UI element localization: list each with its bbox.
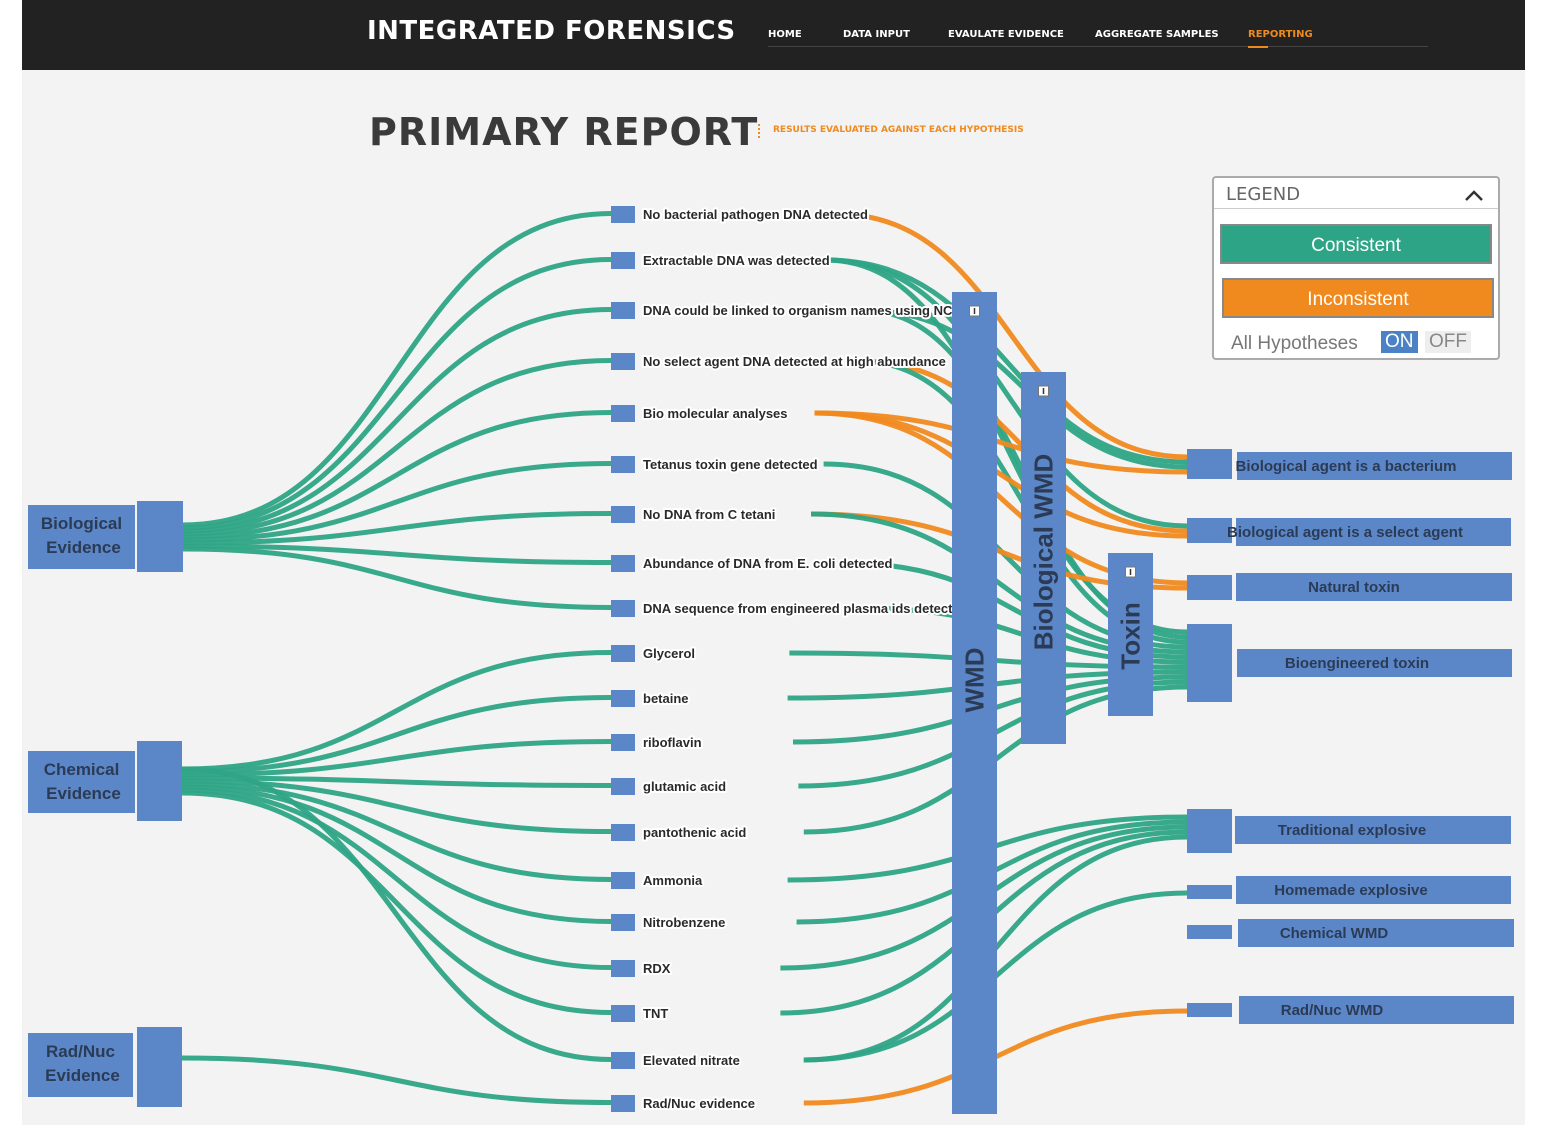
hypotheses-toggle-on[interactable]: ON	[1381, 331, 1418, 353]
evidence-label: Glycerol	[643, 646, 695, 661]
evidence-node[interactable]	[611, 555, 635, 572]
source-node-label: Biological	[41, 514, 122, 533]
group-label: Biological WMD	[1029, 454, 1059, 650]
evidence-node[interactable]	[611, 353, 635, 370]
evidence-flow-diagram: Biological Evidence Chemical Evidence Rad/Nu…	[28, 205, 1514, 1114]
legend-consistent: Consistent	[1220, 224, 1492, 264]
evidence-node[interactable]	[611, 914, 635, 931]
source-node-bar[interactable]	[137, 741, 182, 821]
source-evidence-link	[182, 211, 612, 528]
evidence-node[interactable]	[611, 1052, 635, 1069]
hypothesis-label: Rad/Nuc WMD	[1281, 1002, 1384, 1019]
legend-inconsistent: Inconsistent	[1222, 278, 1494, 318]
hypothesis-node-bar[interactable]	[1187, 1003, 1232, 1017]
source-evidence-link	[181, 787, 612, 970]
source-evidence-link	[182, 546, 612, 610]
source-evidence-link	[182, 257, 612, 531]
chevron-up-icon[interactable]	[1462, 184, 1486, 208]
evidence-label: DNA could be linked to organism names us…	[643, 303, 965, 318]
evidence-node[interactable]	[611, 734, 635, 751]
hypothesis-node-bar[interactable]	[1187, 885, 1232, 899]
source-evidence-link	[182, 307, 612, 534]
evidence-node[interactable]	[611, 1005, 635, 1022]
source-node-label: Chemical	[44, 760, 120, 779]
source-evidence-link	[182, 543, 612, 565]
evidence-node[interactable]	[611, 690, 635, 707]
evidence-node[interactable]	[611, 302, 635, 319]
evidence-label: DNA sequence from engineered plasma ids …	[643, 601, 968, 616]
source-evidence-link	[181, 650, 612, 772]
evidence-label: Rad/Nuc evidence	[643, 1096, 755, 1111]
hypothesis-label: Traditional explosive	[1278, 822, 1426, 839]
evidence-node[interactable]	[611, 600, 635, 617]
hypothesis-node-bar[interactable]	[1187, 449, 1232, 479]
evidence-label: No DNA from C tetani	[643, 507, 775, 522]
evidence-label: Extractable DNA was detected	[643, 253, 830, 268]
evidence-node[interactable]	[611, 872, 635, 889]
source-node-bar[interactable]	[137, 1027, 182, 1107]
evidence-label: Abundance of DNA from E. coli detected	[643, 556, 892, 571]
evidence-node[interactable]	[611, 252, 635, 269]
hypothesis-label: Biological agent is a bacterium	[1236, 458, 1457, 475]
evidence-label: TNT	[643, 1006, 668, 1021]
hypothesis-label: Chemical WMD	[1280, 925, 1389, 942]
group-label: Toxin	[1116, 602, 1146, 669]
hypothesis-label: Bioengineered toxin	[1285, 655, 1429, 672]
legend-divider	[1214, 208, 1498, 209]
evidence-label: Ammonia	[643, 873, 703, 888]
evidence-label: glutamic acid	[643, 779, 726, 794]
hypotheses-toggle-off[interactable]: OFF	[1425, 331, 1471, 353]
evidence-node[interactable]	[611, 1095, 635, 1112]
hypothesis-label: Homemade explosive	[1274, 882, 1427, 899]
hypothesis-node-bar[interactable]	[1187, 624, 1232, 702]
source-node-bar[interactable]	[137, 501, 183, 572]
evidence-label: Elevated nitrate	[643, 1053, 740, 1068]
source-node-label: Evidence	[46, 784, 121, 803]
all-hypotheses-label: All Hypotheses	[1231, 333, 1358, 354]
evidence-label: riboflavin	[643, 735, 702, 750]
hypothesis-node-bar[interactable]	[1187, 925, 1232, 939]
evidence-node[interactable]	[611, 645, 635, 662]
evidence-node[interactable]	[611, 506, 635, 523]
source-node-label: Rad/Nuc	[46, 1042, 115, 1061]
evidence-node[interactable]	[611, 824, 635, 841]
source-evidence-link	[181, 790, 612, 1015]
evidence-label: No select agent DNA detected at high abu…	[643, 354, 946, 369]
legend-panel: LEGEND Consistent Inconsistent All Hypot…	[1212, 176, 1500, 360]
hypothesis-node-bar[interactable]	[1187, 575, 1232, 600]
evidence-node[interactable]	[611, 960, 635, 977]
hypothesis-label: Biological agent is a select agent	[1227, 524, 1463, 541]
evidence-label: RDX	[643, 961, 671, 976]
evidence-node[interactable]	[611, 206, 635, 223]
source-evidence-link	[181, 1055, 612, 1105]
evidence-label: betaine	[643, 691, 689, 706]
group-label: WMD	[960, 648, 990, 713]
evidence-label: Tetanus toxin gene detected	[643, 457, 818, 472]
source-node-label: Evidence	[46, 538, 121, 557]
evidence-label: No bacterial pathogen DNA detected	[643, 207, 868, 222]
evidence-label: pantothenic acid	[643, 825, 746, 840]
evidence-node[interactable]	[611, 456, 635, 473]
evidence-node[interactable]	[611, 405, 635, 422]
hypothesis-node-bar[interactable]	[1187, 518, 1232, 543]
evidence-label: Bio molecular analyses	[643, 406, 788, 421]
hypothesis-node-bar[interactable]	[1187, 809, 1232, 853]
source-node-label: Evidence	[45, 1066, 120, 1085]
legend-title: LEGEND	[1226, 184, 1301, 205]
evidence-node[interactable]	[611, 778, 635, 795]
evidence-hypothesis-link	[825, 257, 1188, 529]
hypothesis-label: Natural toxin	[1308, 579, 1400, 596]
source-evidence-link	[182, 358, 612, 537]
evidence-label: Nitrobenzene	[643, 915, 725, 930]
